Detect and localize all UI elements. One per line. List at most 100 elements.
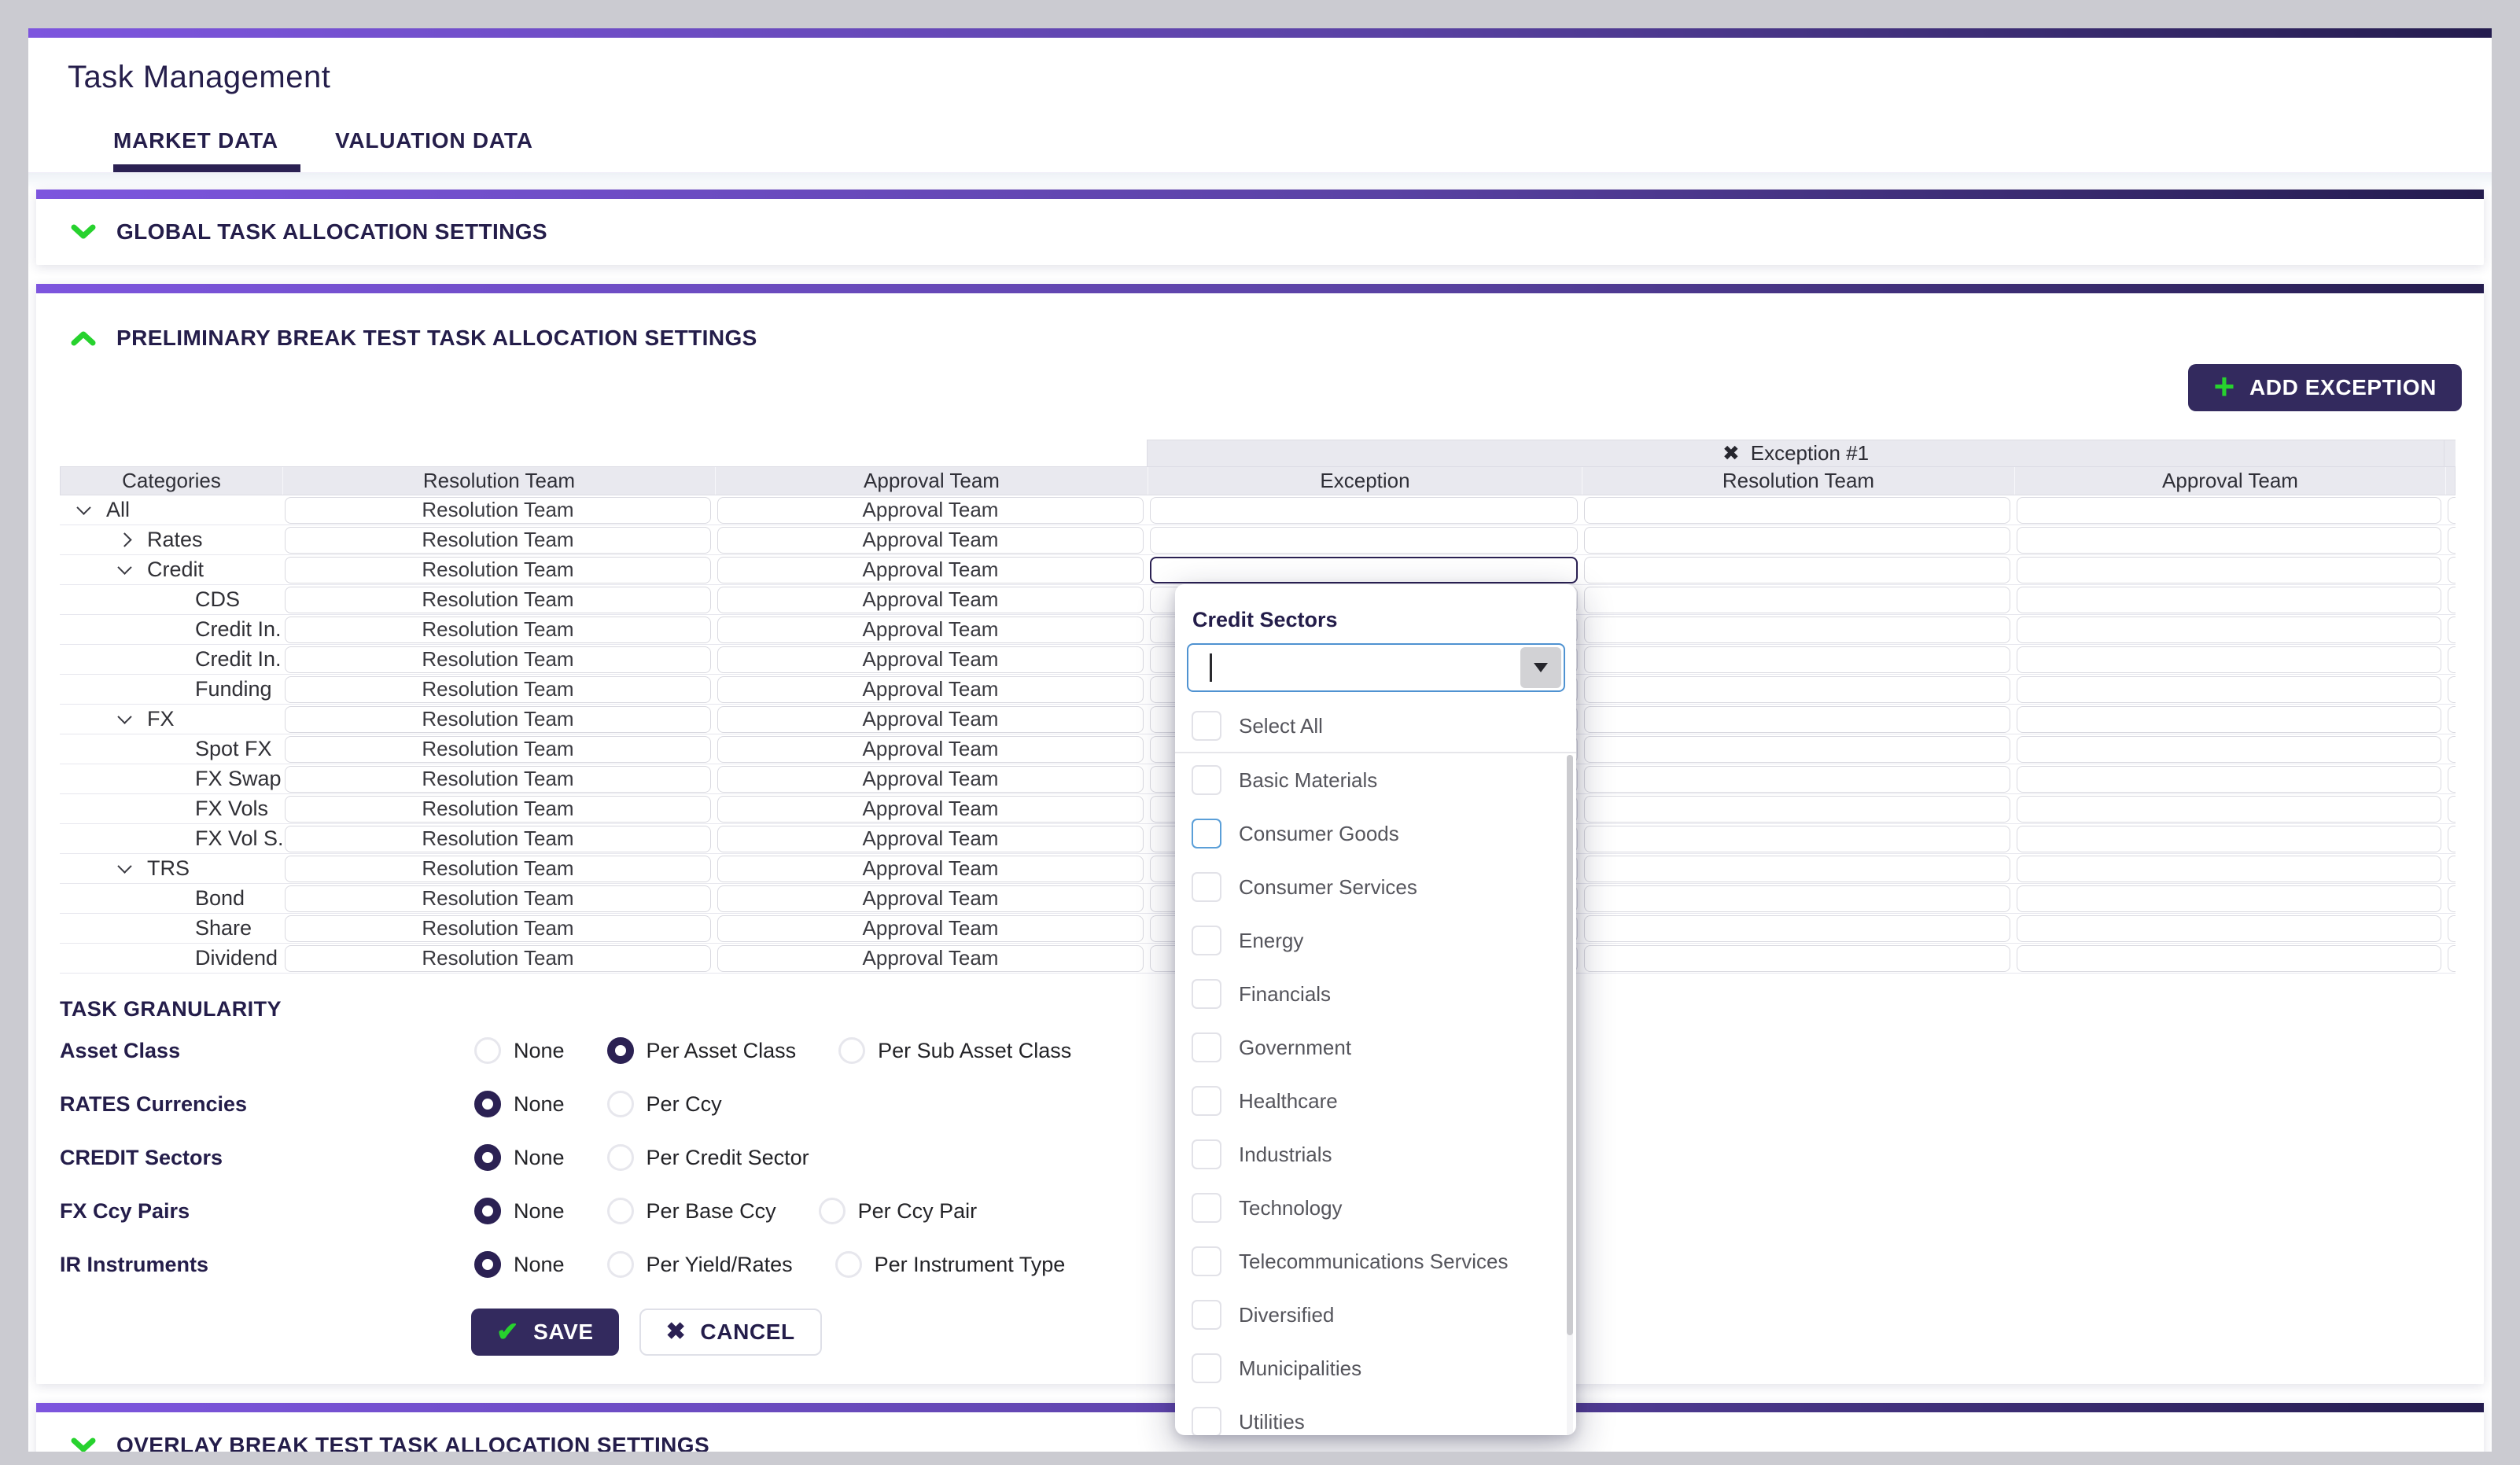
expand-row-icon[interactable] [117, 532, 131, 547]
approval-team-cell-value[interactable]: Approval Team [717, 646, 1144, 673]
dropdown-item[interactable]: Diversified [1175, 1288, 1576, 1342]
collapse-row-icon[interactable] [76, 500, 90, 514]
radio-unselected-icon[interactable] [607, 1091, 634, 1117]
resolution-team-cell-value[interactable]: Resolution Team [285, 646, 711, 673]
exception-approval-team-cell-input[interactable] [2017, 856, 2441, 882]
exception-approval-team-cell-input[interactable] [2017, 557, 2441, 583]
dropdown-item[interactable]: Utilities [1175, 1395, 1576, 1435]
radio-unselected-icon[interactable] [835, 1251, 862, 1278]
exception-approval-team-cell-input[interactable] [2017, 915, 2441, 942]
resolution-team-cell-value[interactable]: Resolution Team [285, 945, 711, 972]
exception-resolution-team-cell-input[interactable] [1584, 617, 2010, 643]
radio-option[interactable]: Per Credit Sector [607, 1144, 809, 1171]
collapse-row-icon[interactable] [117, 859, 131, 873]
approval-team-cell-value[interactable]: Approval Team [717, 856, 1144, 882]
radio-selected-icon[interactable] [607, 1037, 634, 1064]
approval-team-cell-value[interactable]: Approval Team [717, 617, 1144, 643]
resolution-team-cell-value[interactable]: Resolution Team [285, 736, 711, 763]
item-checkbox[interactable] [1192, 1032, 1221, 1062]
exception-resolution-team-cell-input[interactable] [1584, 945, 2010, 972]
exception-approval-team-cell-input[interactable] [2017, 527, 2441, 554]
approval-team-cell-value[interactable]: Approval Team [717, 826, 1144, 852]
approval-team-cell-value[interactable]: Approval Team [717, 945, 1144, 972]
item-checkbox[interactable] [1192, 872, 1221, 902]
dropdown-item[interactable]: Government [1175, 1021, 1576, 1074]
item-checkbox[interactable] [1192, 979, 1221, 1009]
collapse-row-icon[interactable] [117, 709, 131, 723]
dropdown-item[interactable]: Consumer Goods [1175, 807, 1576, 860]
resolution-team-cell-value[interactable]: Resolution Team [285, 497, 711, 524]
exception-approval-team-cell-input[interactable] [2017, 497, 2441, 524]
item-checkbox[interactable] [1192, 1353, 1221, 1383]
approval-team-cell-value[interactable]: Approval Team [717, 527, 1144, 554]
exception-resolution-team-cell-input[interactable] [1584, 706, 2010, 733]
item-checkbox[interactable] [1192, 1246, 1221, 1276]
cancel-button[interactable]: ✖ CANCEL [639, 1309, 822, 1356]
dropdown-item[interactable]: Telecommunications Services [1175, 1235, 1576, 1288]
radio-unselected-icon[interactable] [819, 1198, 846, 1224]
exception-resolution-team-cell-input[interactable] [1584, 587, 2010, 613]
item-checkbox[interactable] [1192, 819, 1221, 848]
resolution-team-cell-value[interactable]: Resolution Team [285, 706, 711, 733]
global-settings-header[interactable]: GLOBAL TASK ALLOCATION SETTINGS [36, 199, 2484, 265]
radio-option[interactable]: None [474, 1251, 565, 1278]
approval-team-cell-value[interactable]: Approval Team [717, 915, 1144, 942]
radio-option[interactable]: Per Instrument Type [835, 1251, 1066, 1278]
item-checkbox[interactable] [1192, 926, 1221, 955]
radio-option[interactable]: Per Base Ccy [607, 1198, 776, 1224]
dropdown-scrollbar-thumb[interactable] [1567, 755, 1573, 1335]
dropdown-item[interactable]: Industrials [1175, 1128, 1576, 1181]
radio-option[interactable]: Per Sub Asset Class [838, 1037, 1071, 1064]
radio-selected-icon[interactable] [474, 1144, 501, 1171]
resolution-team-cell-value[interactable]: Resolution Team [285, 856, 711, 882]
exception-approval-team-cell-input[interactable] [2017, 676, 2441, 703]
item-checkbox[interactable] [1192, 1139, 1221, 1169]
exception-resolution-team-cell-input[interactable] [1584, 646, 2010, 673]
item-checkbox[interactable] [1192, 1407, 1221, 1435]
resolution-team-cell-value[interactable]: Resolution Team [285, 796, 711, 823]
approval-team-cell-value[interactable]: Approval Team [717, 796, 1144, 823]
radio-option[interactable]: None [474, 1091, 565, 1117]
radio-unselected-icon[interactable] [607, 1144, 634, 1171]
radio-unselected-icon[interactable] [607, 1251, 634, 1278]
resolution-team-cell-value[interactable]: Resolution Team [285, 587, 711, 613]
item-checkbox[interactable] [1192, 1086, 1221, 1116]
radio-option[interactable]: Per Asset Class [607, 1037, 797, 1064]
dropdown-item[interactable]: Energy [1175, 914, 1576, 967]
resolution-team-cell-value[interactable]: Resolution Team [285, 915, 711, 942]
tab-valuation-data[interactable]: VALUATION DATA [335, 128, 541, 172]
radio-unselected-icon[interactable] [838, 1037, 865, 1064]
approval-team-cell-value[interactable]: Approval Team [717, 676, 1144, 703]
approval-team-cell-value[interactable]: Approval Team [717, 766, 1144, 793]
radio-unselected-icon[interactable] [474, 1037, 501, 1064]
exception-approval-team-cell-input[interactable] [2017, 796, 2441, 823]
exception-input[interactable] [1150, 497, 1578, 524]
dropdown-item[interactable]: Technology [1175, 1181, 1576, 1235]
dropdown-item[interactable]: Financials [1175, 967, 1576, 1021]
exception-input[interactable] [1150, 557, 1578, 583]
select-all-checkbox[interactable] [1192, 711, 1221, 741]
resolution-team-cell-value[interactable]: Resolution Team [285, 527, 711, 554]
exception-approval-team-cell-input[interactable] [2017, 766, 2441, 793]
approval-team-cell-value[interactable]: Approval Team [717, 706, 1144, 733]
radio-option[interactable]: None [474, 1037, 565, 1064]
credit-sectors-search-input[interactable] [1188, 645, 1564, 690]
radio-option[interactable]: Per Ccy [607, 1091, 722, 1117]
exception-resolution-team-cell-input[interactable] [1584, 557, 2010, 583]
approval-team-cell-value[interactable]: Approval Team [717, 557, 1144, 583]
exception-input[interactable] [1150, 527, 1578, 554]
radio-unselected-icon[interactable] [607, 1198, 634, 1224]
remove-exception-icon[interactable]: ✖ [1722, 441, 1740, 466]
exception-approval-team-cell-input[interactable] [2017, 706, 2441, 733]
item-checkbox[interactable] [1192, 1300, 1221, 1330]
exception-approval-team-cell-input[interactable] [2017, 736, 2441, 763]
approval-team-cell-value[interactable]: Approval Team [717, 736, 1144, 763]
resolution-team-cell-value[interactable]: Resolution Team [285, 885, 711, 912]
exception-approval-team-cell-input[interactable] [2017, 646, 2441, 673]
dropdown-toggle-button[interactable] [1520, 647, 1561, 688]
resolution-team-cell-value[interactable]: Resolution Team [285, 766, 711, 793]
resolution-team-cell-value[interactable]: Resolution Team [285, 826, 711, 852]
exception-resolution-team-cell-input[interactable] [1584, 497, 2010, 524]
item-checkbox[interactable] [1192, 1193, 1221, 1223]
exception-resolution-team-cell-input[interactable] [1584, 736, 2010, 763]
